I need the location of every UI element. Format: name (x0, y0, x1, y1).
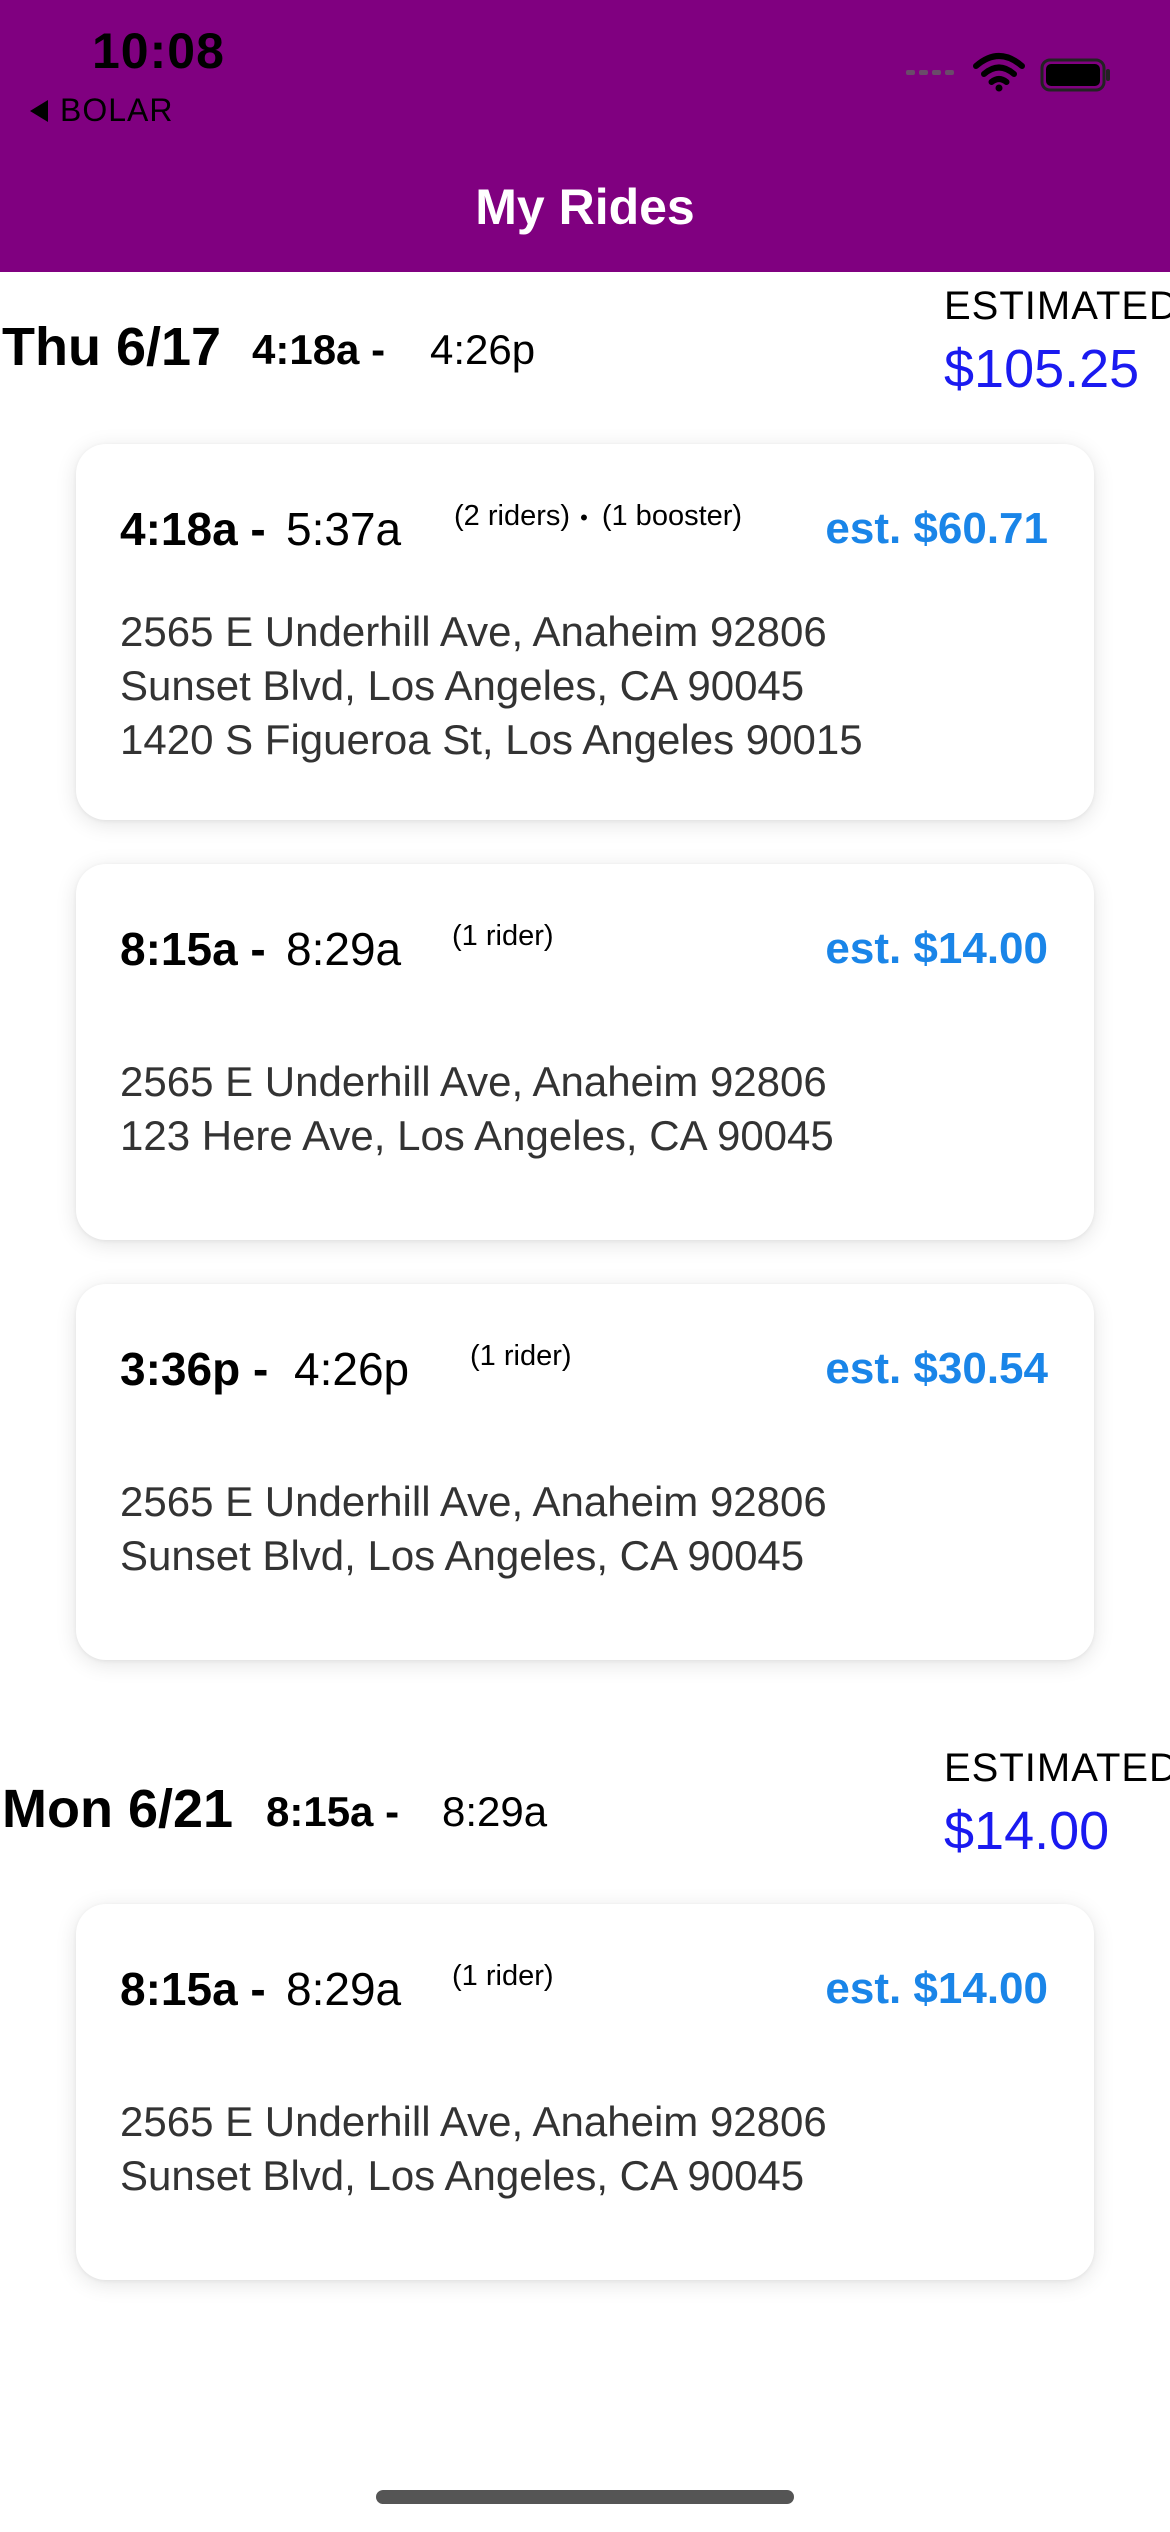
ride-riders: (2 riders) • (1 booster) (454, 500, 742, 533)
ride-start-time: 3:36p - (120, 1343, 269, 1395)
ride-card[interactable]: 8:15a - 8:29a (1 rider) est. $14.00 2565… (76, 1904, 1094, 2280)
ride-card[interactable]: 8:15a - 8:29a (1 rider) est. $14.00 2565… (76, 864, 1094, 1240)
address-line: 1420 S Figueroa St, Los Angeles 90015 (120, 716, 863, 763)
address-line: 2565 E Underhill Ave, Anaheim 92806 (120, 608, 827, 655)
rider-count: (1 rider) (470, 1340, 572, 1372)
home-indicator[interactable] (376, 2490, 794, 2504)
estimated-total: $14.00 (944, 1801, 1110, 1861)
day-end-time: 4:26p (430, 326, 536, 373)
page-title: My Rides (475, 179, 695, 235)
rider-count: (1 rider) (452, 1960, 554, 1992)
back-label: BOLAR (60, 92, 174, 128)
rider-count: (2 riders) (454, 500, 571, 532)
address-line: Sunset Blvd, Los Angeles, CA 90045 (120, 2152, 805, 2199)
address-line: 2565 E Underhill Ave, Anaheim 92806 (120, 1058, 827, 1105)
battery-icon (1040, 58, 1110, 92)
ride-price: est. $14.00 (825, 1964, 1048, 2013)
day-header: Thu 6/17 4:18a - 4:26p ESTIMATED $105.25 (0, 276, 1170, 416)
ride-price: est. $60.71 (825, 504, 1048, 553)
ride-end-time: 8:29a (286, 1963, 402, 2015)
ride-card[interactable]: 4:18a - 5:37a (2 riders) • (1 booster) e… (76, 444, 1094, 820)
back-button[interactable]: BOLAR (30, 92, 173, 129)
signal-icon (906, 70, 954, 75)
day-header: Mon 6/21 8:15a - 8:29a ESTIMATED $14.00 (0, 1738, 1170, 1878)
ride-price: est. $30.54 (825, 1344, 1048, 1393)
ride-price: est. $14.00 (825, 924, 1048, 973)
booster-count: (1 booster) (601, 500, 743, 532)
ride-end-time: 4:26p (294, 1343, 410, 1395)
separator-dot: • (580, 505, 588, 530)
status-time: 10:08 (92, 23, 225, 79)
address-line: 123 Here Ave, Los Angeles, CA 90045 (120, 1112, 834, 1159)
estimated-label: ESTIMATED (944, 284, 1170, 328)
estimated-total: $105.25 (944, 339, 1140, 399)
ride-end-time: 5:37a (286, 503, 402, 555)
ride-start-time: 8:15a - (120, 1963, 266, 2015)
address-line: Sunset Blvd, Los Angeles, CA 90045 (120, 662, 805, 709)
rider-count: (1 rider) (452, 920, 554, 952)
day-start-time: 8:15a - (266, 1788, 400, 1835)
address-line: 2565 E Underhill Ave, Anaheim 92806 (120, 2098, 827, 2145)
estimated-label: ESTIMATED (944, 1746, 1170, 1790)
ride-start-time: 4:18a - (120, 503, 266, 555)
ride-end-time: 8:29a (286, 923, 402, 975)
ride-start-time: 8:15a - (120, 923, 266, 975)
address-line: Sunset Blvd, Los Angeles, CA 90045 (120, 1532, 805, 1579)
header: 10:08 BOLAR My Rides (0, 0, 1170, 272)
day-end-time: 8:29a (442, 1788, 548, 1835)
my-rides-screen: 10:08 BOLAR My Rides Thu 6/17 4:18a - 4:… (0, 0, 1170, 2532)
day-date: Thu 6/17 (2, 317, 222, 377)
day-start-time: 4:18a - (252, 326, 386, 373)
address-line: 2565 E Underhill Ave, Anaheim 92806 (120, 1478, 827, 1525)
ride-card[interactable]: 3:36p - 4:26p (1 rider) est. $30.54 2565… (76, 1284, 1094, 1660)
day-date: Mon 6/21 (2, 1779, 234, 1839)
back-arrow-icon (30, 99, 48, 122)
wifi-icon (973, 53, 1025, 92)
